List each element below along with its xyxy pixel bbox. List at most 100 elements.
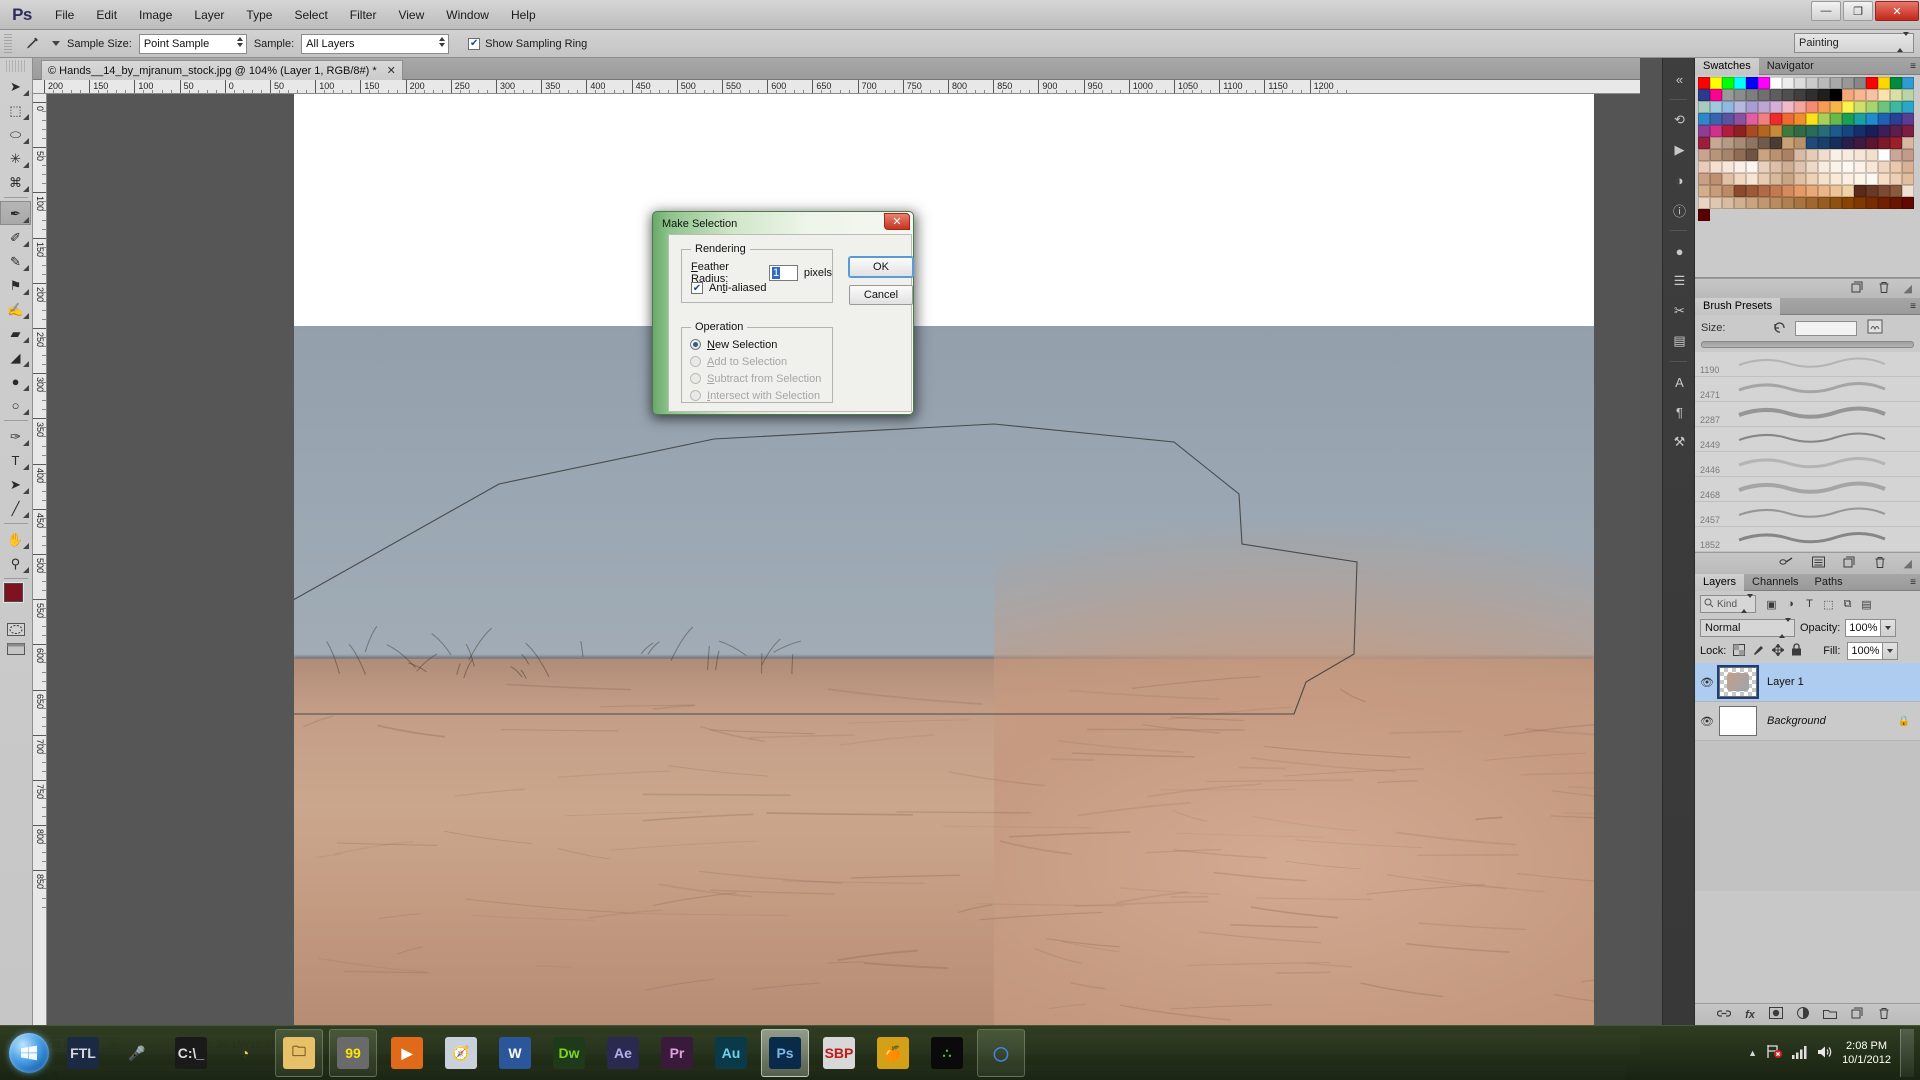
color-swatch[interactable]: [1794, 101, 1806, 113]
color-swatch[interactable]: [1878, 77, 1890, 89]
color-swatch[interactable]: [1782, 77, 1794, 89]
color-swatch[interactable]: [1890, 185, 1902, 197]
color-swatch[interactable]: [1698, 173, 1710, 185]
color-swatch[interactable]: [1890, 89, 1902, 101]
color-swatch[interactable]: [1782, 185, 1794, 197]
color-swatch[interactable]: [1890, 101, 1902, 113]
color-swatch[interactable]: [1830, 125, 1842, 137]
color-swatch[interactable]: [1890, 173, 1902, 185]
clock[interactable]: 2:08 PM 10/1/2012: [1842, 1039, 1891, 1067]
color-swatch[interactable]: [1890, 197, 1902, 209]
new-layer-icon[interactable]: [1851, 1007, 1864, 1023]
color-swatch[interactable]: [1770, 137, 1782, 149]
adjustments-panel-icon[interactable]: ◑: [1663, 165, 1696, 195]
color-swatch[interactable]: [1890, 161, 1902, 173]
color-swatch[interactable]: [1746, 149, 1758, 161]
dodge-tool[interactable]: ○: [0, 393, 31, 417]
color-swatch[interactable]: [1746, 113, 1758, 125]
create-new-brush-icon[interactable]: [1843, 556, 1856, 572]
color-swatch[interactable]: [1698, 209, 1710, 221]
brush-preset-row[interactable]: 2449: [1695, 427, 1920, 452]
color-swatch[interactable]: [1746, 137, 1758, 149]
layer-style-icon[interactable]: fx: [1745, 1009, 1755, 1021]
new-group-icon[interactable]: [1823, 1008, 1837, 1022]
actions-panel-icon[interactable]: ▶: [1663, 135, 1696, 165]
color-swatch[interactable]: [1770, 113, 1782, 125]
eyedropper-icon[interactable]: [19, 33, 45, 55]
color-swatch[interactable]: [1818, 113, 1830, 125]
after-effects-app[interactable]: Ae: [599, 1029, 647, 1077]
color-swatch[interactable]: [1722, 125, 1734, 137]
color-swatch[interactable]: [1878, 173, 1890, 185]
color-swatch[interactable]: [1878, 125, 1890, 137]
color-swatch[interactable]: [1794, 125, 1806, 137]
color-swatch[interactable]: [1794, 173, 1806, 185]
color-swatch[interactable]: [1830, 185, 1842, 197]
color-swatch[interactable]: [1866, 137, 1878, 149]
layer-list[interactable]: 👁 Layer 1 👁 Background 🔒: [1695, 663, 1920, 741]
color-swatch[interactable]: [1854, 137, 1866, 149]
new-swatch-icon[interactable]: [1851, 281, 1864, 297]
document-tab-close-icon[interactable]: ✕: [387, 64, 396, 77]
horizontal-ruler[interactable]: 200 150 100 50 0 50 100 150 200 250 300 350 400 450 50…: [33, 80, 1640, 94]
lasso-tool[interactable]: ⬭: [0, 122, 31, 146]
color-swatch[interactable]: [1758, 161, 1770, 173]
brush-preset-row[interactable]: 1190: [1695, 352, 1920, 377]
toolbox-grip[interactable]: [6, 60, 26, 72]
color-swatch[interactable]: [1770, 173, 1782, 185]
brush-preset-row[interactable]: 2468: [1695, 477, 1920, 502]
color-swatch[interactable]: [1758, 101, 1770, 113]
color-swatch[interactable]: [1830, 149, 1842, 161]
photoshop-app[interactable]: Ps: [761, 1029, 809, 1077]
brush-preset-row[interactable]: 2457: [1695, 502, 1920, 527]
link-layers-icon[interactable]: [1717, 1008, 1731, 1022]
ok-button[interactable]: OK: [849, 257, 913, 277]
media-player-app[interactable]: ▶: [383, 1029, 431, 1077]
layer-visibility-icon[interactable]: 👁: [1695, 676, 1719, 689]
color-swatch[interactable]: [1806, 197, 1818, 209]
color-swatch[interactable]: [1806, 173, 1818, 185]
operation-radio-new-selection[interactable]: New Selection: [690, 336, 821, 353]
brush-panel-icon[interactable]: [1867, 319, 1883, 337]
color-swatch[interactable]: [1854, 161, 1866, 173]
color-swatch[interactable]: [1734, 77, 1746, 89]
menu-file[interactable]: File: [44, 0, 85, 30]
color-swatch[interactable]: [1830, 101, 1842, 113]
timeline-panel-icon[interactable]: ▤: [1663, 326, 1696, 356]
color-swatch[interactable]: [1902, 125, 1914, 137]
properties-panel-icon[interactable]: ☰: [1663, 266, 1696, 296]
audition-app[interactable]: Au: [707, 1029, 755, 1077]
color-swatch[interactable]: [1794, 77, 1806, 89]
color-swatch[interactable]: [1806, 101, 1818, 113]
new-fill-adjustment-icon[interactable]: [1797, 1007, 1809, 1022]
menu-layer[interactable]: Layer: [183, 0, 235, 30]
remote-desktop-app[interactable]: 99: [329, 1029, 377, 1077]
color-swatch[interactable]: [1746, 197, 1758, 209]
color-swatch[interactable]: [1830, 197, 1842, 209]
color-swatch[interactable]: [1902, 161, 1914, 173]
color-swatch[interactable]: [1842, 137, 1854, 149]
color-swatch[interactable]: [1818, 197, 1830, 209]
tab-paths[interactable]: Paths: [1807, 574, 1851, 591]
color-swatch[interactable]: [1818, 125, 1830, 137]
color-swatch[interactable]: [1758, 113, 1770, 125]
show-hidden-icons-icon[interactable]: ▲: [1748, 1048, 1757, 1058]
color-swatch[interactable]: [1710, 101, 1722, 113]
color-swatch[interactable]: [1770, 161, 1782, 173]
color-swatch[interactable]: [1854, 197, 1866, 209]
filter-type-icon[interactable]: T: [1800, 595, 1819, 613]
premiere-app[interactable]: Pr: [653, 1029, 701, 1077]
color-swatch[interactable]: [1794, 161, 1806, 173]
color-swatch[interactable]: [1770, 101, 1782, 113]
lock-position-icon[interactable]: [1772, 644, 1784, 659]
layers-panel-menu-icon[interactable]: ≡: [1910, 577, 1916, 588]
color-swatch[interactable]: [1746, 161, 1758, 173]
color-swatch[interactable]: [1782, 125, 1794, 137]
color-swatch[interactable]: [1842, 101, 1854, 113]
line-tool[interactable]: ╱: [0, 496, 31, 520]
color-swatch[interactable]: [1842, 77, 1854, 89]
color-swatch[interactable]: [1710, 113, 1722, 125]
spot-healing-brush-tool[interactable]: ✐: [0, 225, 31, 249]
color-swatch[interactable]: [1890, 125, 1902, 137]
color-swatch[interactable]: [1818, 137, 1830, 149]
